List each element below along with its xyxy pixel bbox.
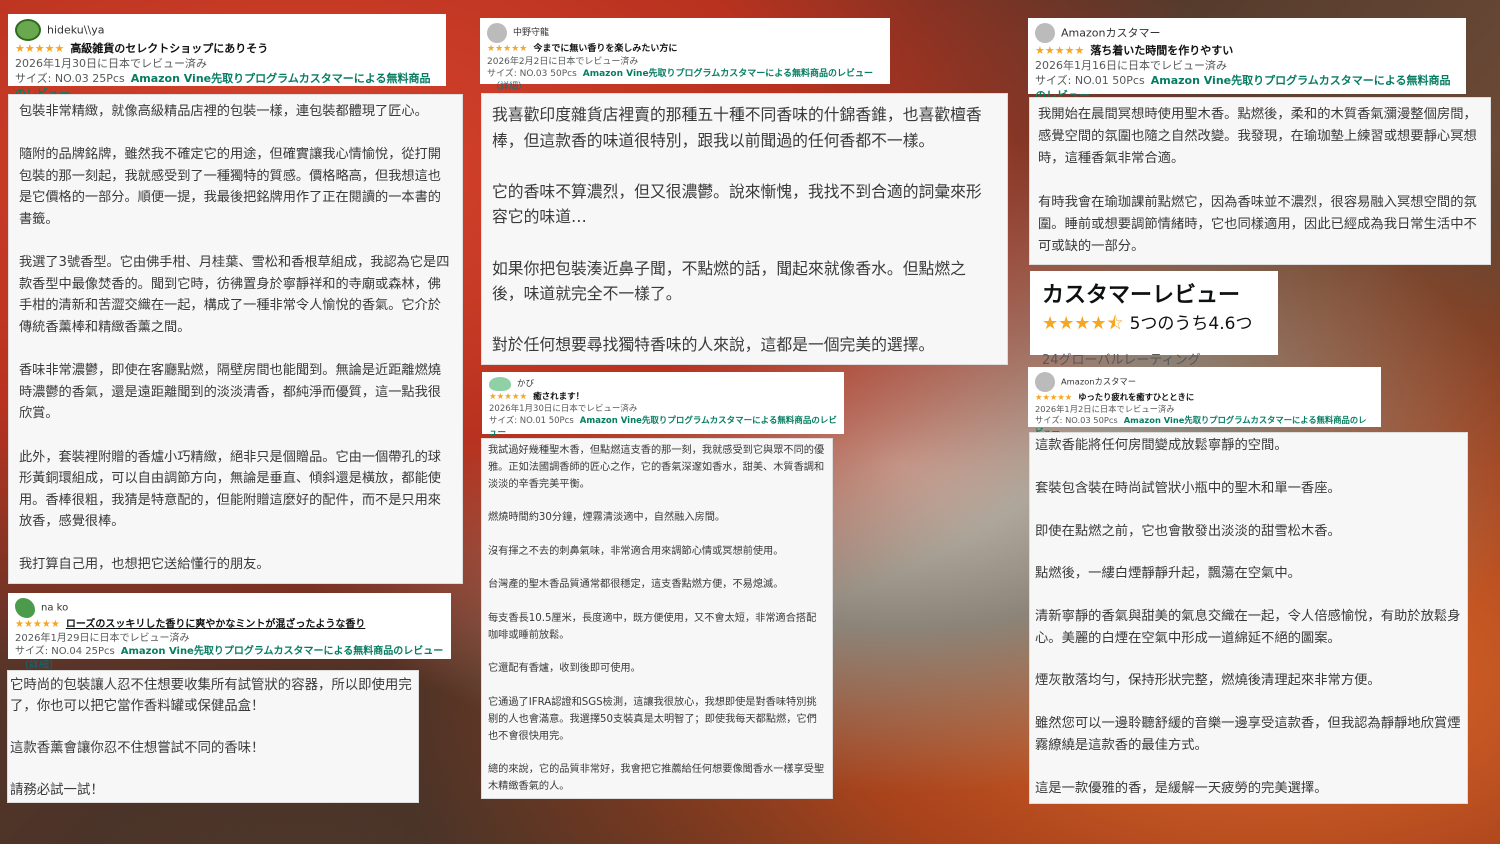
reviewer-name: Amazonカスタマー [1061, 26, 1161, 40]
review-paragraph: 請務必試一試！ [10, 783, 104, 798]
review-size: サイズ: NO.03 50Pcs [487, 69, 577, 79]
review-paragraph: 此外，套裝裡附贈的香爐小巧精緻，絕非只是個贈品。它由一個帶孔的球形黃銅環組成，可… [19, 449, 441, 530]
detail-link[interactable]: （詳細） [19, 660, 59, 671]
reviewer-name: Amazonカスタマー [1061, 376, 1137, 387]
review-title[interactable]: ローズのスッキリした香りに爽やかなミントが混ざったような香り [66, 619, 366, 630]
review-size: サイズ: NO.01 50Pcs [1035, 74, 1145, 87]
review-title[interactable]: 今までに無い香りを楽しみたい方に [533, 44, 677, 54]
review-paragraph: 台灣產的聖木香品質通常都很穩定，這支香點燃方便，不易熄滅。 [488, 579, 784, 591]
review-date: 2026年2月2日に日本でレビュー済み [487, 56, 639, 67]
star-rating: ★★★★★ [15, 42, 65, 55]
review-paragraph: 每支香長10.5厘米，長度適中，既方便使用，又不會太短，非常適合搭配咖啡或睡前放… [488, 612, 817, 641]
review-title[interactable]: 落ち着いた時間を作りやすい [1090, 44, 1233, 57]
review-header: かび ★★★★★ 癒されます！ 2026年1月30日に日本でレビュー済み サイズ:… [482, 372, 844, 438]
review-paragraph: 這款香能將任何房間變成放鬆寧靜的空間。 [1035, 438, 1288, 453]
review-paragraph: 我喜歡印度雜貨店裡賣的那種五十種不同香味的什錦香錐，也喜歡檀香棒，但這款香的味道… [492, 105, 982, 150]
review-paragraph: 我選了3號香型。它由佛手柑、月桂葉、雪松和香根草組成，我認為它是四款香型中最像焚… [19, 255, 450, 335]
review-header: Amazonカスタマー ★★★★★ 落ち着いた時間を作りやすい 2026年1月16… [1028, 18, 1466, 102]
review-paragraph: 即使在點燃之前，它也會散發出淡淡的甜雪松木香。 [1035, 523, 1341, 539]
star-rating: ★★★★⯪ [1042, 313, 1124, 334]
review-paragraph: 點燃後，一縷白煙靜靜升起，飄蕩在空氣中。 [1035, 566, 1301, 582]
review-size: サイズ: NO.04 25Pcs [15, 646, 115, 657]
reviewer-name: hideku\\ya [47, 23, 105, 37]
review-paragraph: 如果你把包裝湊近鼻子聞，不點燃的話，聞起來就像香水。但點燃之後，味道就完全不一樣… [492, 258, 966, 304]
rating-count[interactable]: 24グローバルレーティング [1042, 349, 1266, 368]
detail-link[interactable]: （詳細） [491, 82, 527, 92]
review-header: Amazonカスタマー ★★★★★ ゆったり疲れを癒すひとときに 2026年1月2… [1028, 367, 1381, 437]
review-body: 這款香能將任何房間變成放鬆寧靜的空間。 套裝包含裝在時尚試管狀小瓶中的聖木和單一… [1030, 433, 1467, 803]
review-paragraph: 這是一款優雅的香，是緩解一天疲勞的完美選擇。 [1035, 780, 1328, 796]
avatar [487, 23, 507, 43]
review-paragraph: 沒有揮之不去的刺鼻氣味，非常適合用來調節心情或冥想前使用。 [488, 545, 784, 557]
review-paragraph: 它還配有香爐，收到後即可使用。 [488, 663, 641, 675]
review-title[interactable]: 癒されます！ [533, 392, 584, 402]
review-date: 2026年1月30日に日本でレビュー済み [15, 57, 207, 70]
review-paragraph: 燃燒時間約30分鐘，煙霧清淡適中，自然融入房間。 [488, 512, 726, 524]
review-title[interactable]: ゆったり疲れを癒すひとときに [1078, 392, 1194, 402]
rating-summary: カスタマーレビュー ★★★★⯪ 5つのうち4.6つ 24グローバルレーティング [1030, 271, 1278, 368]
review-size: サイズ: NO.03 50Pcs [1035, 415, 1118, 425]
review-paragraph: 這款香薰會讓你忍不住想嘗試不同的香味！ [10, 741, 265, 756]
review-header: na ko ★★★★★ ローズのスッキリした香りに爽やかなミントが混ざったような香… [8, 593, 451, 671]
reviewer-name: na ko [41, 602, 69, 614]
star-rating: ★★★★★ [1035, 392, 1073, 402]
summary-title: カスタマーレビュー [1042, 283, 1241, 308]
review-date: 2026年1月30日に日本でレビュー済み [489, 404, 638, 414]
avatar [15, 598, 35, 618]
star-rating: ★★★★★ [1035, 44, 1085, 57]
average-rating: 5つのうち4.6つ [1129, 314, 1253, 334]
review-paragraph: 我打算自己用，也想把它送給懂行的朋友。 [19, 557, 270, 573]
review-paragraph: 包裝非常精緻，就像高級精品店裡的包裝一樣，連包裝都體現了匠心。 [19, 104, 428, 119]
star-rating: ★★★★★ [489, 392, 528, 402]
review-date: 2026年1月2日に日本でレビュー済み [1035, 403, 1175, 414]
review-body: 我開始在晨間冥想時使用聖木香。點燃後，柔和的木質香氣瀰漫整個房間，感覺空間的氛圍… [1030, 98, 1490, 264]
review-paragraph: 隨附的品牌銘牌，雖然我不確定它的用途，但確實讓我心情愉悅，從打開包裝的那一刻起，… [19, 147, 441, 227]
avatar [489, 377, 511, 391]
review-paragraph: 香味非常濃鬱，即使在客廳點燃，隔壁房間也能聞到。無論是近距離燃燒時濃鬱的香氣，還… [19, 363, 441, 422]
review-paragraph: 雖然您可以一邊聆聽舒緩的音樂一邊享受這款香，但我認為靜靜地欣賞煙霧繚繞是這款香的… [1035, 716, 1461, 753]
review-paragraph: 套裝包含裝在時尚試管狀小瓶中的聖木和單一香座。 [1035, 480, 1341, 496]
review-paragraph: 它通過了IFRA認證和SGS檢測，這讓我很放心，我想即使是對香味特別挑剔的人也會… [488, 696, 817, 742]
review-size: サイズ: NO.03 25Pcs [15, 72, 125, 85]
review-paragraph: 有時我會在瑜珈課前點燃它，因為香味並不濃烈，很容易融入冥想空間的氛圍。睡前或想要… [1038, 195, 1477, 254]
review-paragraph: 它的香味不算濃烈，但又很濃鬱。說來慚愧，我找不到合適的詞彙來形容它的味道… [492, 181, 982, 227]
avatar [1035, 372, 1055, 392]
vine-label: Amazon Vine先取りプログラムカスタマーによる無料商品のレビュー [582, 69, 874, 79]
review-paragraph: 煙灰散落均勻，保持形狀完整，燃燒後清理起來非常方便。 [1035, 673, 1381, 689]
reviewer-name: 中野守龍 [513, 27, 550, 38]
review-header: 中野守龍 ★★★★★ 今までに無い香りを楽しみたい方に 2026年2月2日に日本で… [480, 18, 890, 92]
vine-label: Amazon Vine先取りプログラムカスタマーによる無料商品のレビュー [120, 646, 444, 657]
reviewer-name: かび [517, 379, 535, 389]
review-body: 它時尚的包裝讓人忍不住想要收集所有試管狀的容器，所以即使用完了，你也可以把它當作… [8, 671, 418, 802]
review-body: 我試過好幾種聖木香，但點燃這支香的那一刻，我就感受到它與眾不同的優雅。正如法國調… [482, 439, 832, 798]
avatar [15, 19, 41, 41]
star-rating: ★★★★★ [15, 619, 60, 630]
avatar [1035, 23, 1055, 43]
review-header: hideku\\ya ★★★★★ 高級雑貨のセレクトショップにありそう 2026年… [8, 14, 446, 100]
review-date: 2026年1月16日に日本でレビュー済み [1035, 59, 1227, 72]
review-title[interactable]: 高級雑貨のセレクトショップにありそう [70, 42, 268, 55]
review-paragraph: 對於任何想要尋找獨特香味的人來說，這都是一個完美的選擇。 [492, 335, 935, 355]
review-body: 我喜歡印度雜貨店裡賣的那種五十種不同香味的什錦香錐，也喜歡檀香棒，但這款香的味道… [482, 94, 1007, 364]
review-paragraph: 我開始在晨間冥想時使用聖木香。點燃後，柔和的木質香氣瀰漫整個房間，感覺空間的氛圍… [1038, 107, 1477, 166]
review-paragraph: 清新寧靜的香氣與甜美的氣息交織在一起，令人倍感愉悅，有助於放鬆身心。美麗的白煙在… [1035, 609, 1461, 646]
review-paragraph: 它時尚的包裝讓人忍不住想要收集所有試管狀的容器，所以即使用完了，你也可以把它當作… [10, 678, 412, 714]
review-size: サイズ: NO.01 50Pcs [489, 416, 574, 426]
review-paragraph: 總的來說，它的品質非常好，我會把它推薦給任何想要像聞香水一樣享受聖木精緻香氣的人… [488, 764, 825, 792]
review-body: 包裝非常精緻，就像高級精品店裡的包裝一樣，連包裝都體現了匠心。 隨附的品牌銘牌，… [9, 95, 462, 583]
star-rating: ★★★★★ [487, 44, 528, 54]
review-date: 2026年1月29日に日本でレビュー済み [15, 632, 190, 644]
review-paragraph: 我試過好幾種聖木香，但點燃這支香的那一刻，我就感受到它與眾不同的優雅。正如法國調… [488, 445, 825, 490]
